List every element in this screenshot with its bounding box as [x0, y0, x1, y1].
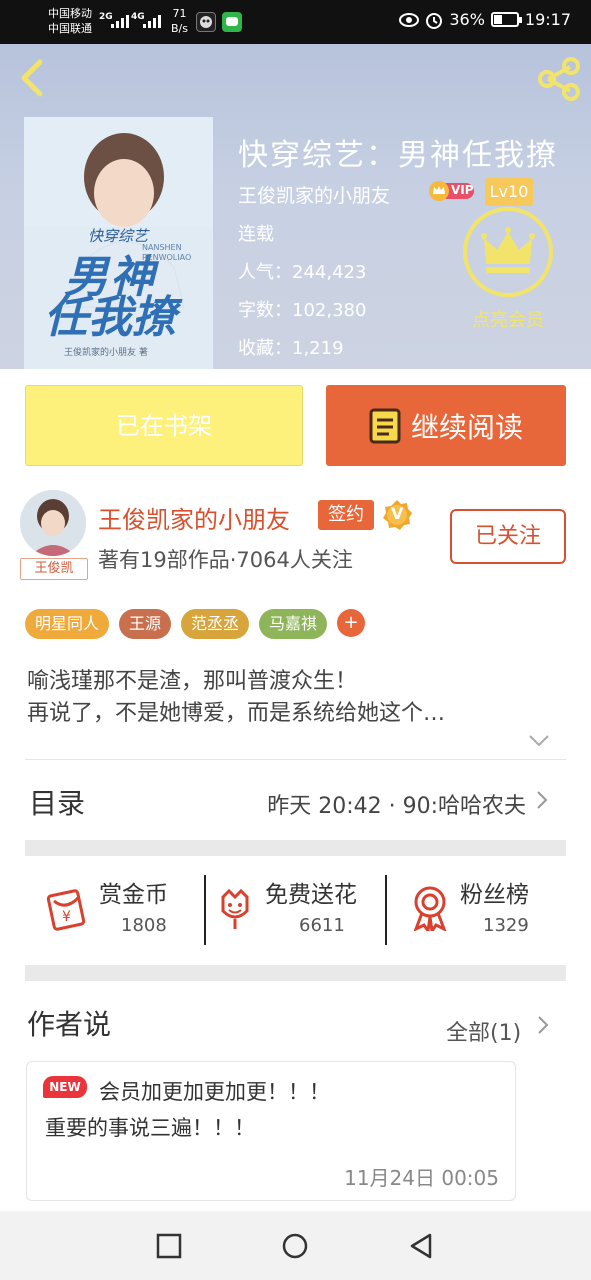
book-icon	[369, 408, 401, 443]
share-icon	[538, 57, 580, 101]
author-name[interactable]: 王俊凯家的小朋友	[98, 500, 290, 535]
free-flowers-button[interactable]: 免费送花 6611	[217, 875, 382, 949]
app-notification-icon	[196, 12, 216, 32]
level-badge: Lv10	[485, 178, 533, 206]
red-envelope-icon: ¥	[46, 889, 86, 931]
status-bar: 中国移动 中国联通 2G 4G 71 B/s 36% 19:17	[0, 0, 591, 44]
author-note-card[interactable]: 会员加更加更加更！！！ 重要的事说三遍！！！ NEW 11月24日 00:05	[26, 1061, 516, 1201]
synopsis-line-1: 喻浅瑾那不是渣，那叫普渡众生！	[27, 669, 358, 694]
cover-pinyin: NANSHEN RENWOLIAO	[142, 243, 192, 262]
cover-credit: 王俊凯家的小朋友 著	[64, 348, 148, 358]
synopsis[interactable]: 喻浅瑾那不是渣，那叫普渡众生！ 再说了，不是她博爱，而是系统给她这个…	[27, 666, 567, 730]
carrier-1: 中国移动	[48, 7, 92, 20]
crown-icon	[463, 207, 553, 297]
signal-bars-2-icon	[143, 14, 161, 28]
network-speed: 71 B/s	[171, 7, 188, 35]
member-crown-button[interactable]	[462, 206, 554, 298]
stat-value: 1329	[483, 915, 529, 936]
favorites-count: 收藏：1,219	[238, 338, 344, 359]
wechat-notification-icon	[222, 12, 242, 32]
chevron-right-icon	[537, 791, 548, 809]
on-shelf-button[interactable]: 已在书架	[25, 385, 303, 466]
book-title: 快穿综艺：男神任我撩	[238, 138, 558, 173]
status-right: 36% 19:17	[399, 10, 571, 29]
toc-title: 目录	[29, 787, 86, 820]
author-stats: 著有19部作品·7064人关注	[98, 548, 353, 572]
follow-button[interactable]: 已关注	[450, 509, 566, 564]
reward-coins-button[interactable]: ¥ 赏金币 1808	[45, 875, 195, 949]
carrier-2: 中国联通	[48, 22, 92, 35]
author-note-text: 会员加更加更加更！！！ 重要的事说三遍！！！	[45, 1074, 505, 1146]
tag-list: 明星同人 王源 范丞丞 马嘉祺 +	[25, 609, 366, 639]
table-of-contents-row[interactable]: 目录 昨天 20:42 · 90:哈哈农夫	[25, 760, 566, 840]
tag-item[interactable]: 王源	[119, 609, 172, 639]
author-says-title: 作者说	[27, 1008, 112, 1041]
recents-square-icon[interactable]	[154, 1231, 184, 1261]
avatar[interactable]	[20, 490, 86, 556]
stat-value: 1808	[121, 915, 167, 936]
book-cover[interactable]: 快穿综艺 男神 任我撩 NANSHEN RENWOLIAO 王俊凯家的小朋友 著	[24, 117, 213, 369]
stat-divider	[385, 875, 387, 945]
stat-label: 粉丝榜	[460, 882, 529, 908]
signal-bars-1-icon	[111, 14, 129, 28]
add-tag-button[interactable]: +	[337, 609, 366, 637]
header-author-name[interactable]: 王俊凯家的小朋友	[238, 181, 390, 208]
flower-icon	[221, 888, 249, 929]
vip-label: VIP	[451, 183, 474, 197]
note-line-2: 重要的事说三遍！！！	[45, 1116, 255, 1140]
section-separator	[25, 965, 566, 981]
carrier-names: 中国移动 中国联通	[48, 6, 92, 36]
tag-item[interactable]: 明星同人	[25, 609, 110, 639]
signed-badge: 签约	[318, 500, 374, 530]
tag-item[interactable]: 马嘉祺	[259, 609, 328, 639]
battery-percent: 36%	[449, 10, 485, 29]
stat-divider	[204, 875, 206, 945]
reader-actions-row: ¥ 赏金币 1808 免费送花 6611 粉丝榜 1329	[25, 857, 566, 967]
clock: 19:17	[524, 10, 571, 29]
fan-ranking-button[interactable]: 粉丝榜 1329	[410, 875, 560, 949]
serial-status: 连载	[238, 224, 274, 245]
verified-badge: V	[380, 498, 414, 532]
battery-icon	[490, 12, 522, 27]
synopsis-line-2: 再说了，不是她博爱，而是系统给她这个…	[27, 701, 446, 726]
note-date: 11月24日 00:05	[344, 1166, 499, 1190]
alarm-icon	[426, 12, 443, 29]
back-triangle-icon[interactable]	[406, 1231, 436, 1261]
latest-chapter: 昨天 20:42 · 90:哈哈农夫	[267, 794, 526, 819]
system-nav-bar	[0, 1211, 591, 1280]
chevron-right-icon[interactable]	[537, 1015, 549, 1035]
eye-icon	[399, 12, 420, 27]
share-button[interactable]	[536, 56, 582, 102]
main-content: 已在书架 继续阅读 王俊凯 王俊凯家的小朋友 签约 V 著有19部作品·7064…	[0, 369, 591, 1211]
expand-synopsis-button[interactable]	[528, 733, 550, 749]
tag-item[interactable]: 范丞丞	[181, 609, 250, 639]
stat-value: 6611	[299, 915, 345, 936]
note-line-1: 会员加更加更加更！！！	[99, 1080, 330, 1104]
medal-icon	[413, 886, 447, 931]
avatar-image	[20, 490, 86, 556]
cover-title-line2: 任我撩	[44, 292, 176, 343]
continue-reading-button[interactable]: 继续阅读	[326, 385, 566, 466]
continue-reading-label: 继续阅读	[410, 410, 523, 444]
member-label[interactable]: 点亮会员	[462, 306, 554, 332]
avatar-tag: 王俊凯	[20, 558, 88, 580]
author-says-all-link[interactable]: 全部(1)	[446, 1015, 521, 1047]
verified-v-label: V	[391, 504, 404, 523]
back-button[interactable]	[14, 58, 50, 98]
home-circle-icon[interactable]	[280, 1231, 310, 1261]
chevron-down-icon	[529, 735, 549, 747]
back-arrow-icon	[21, 59, 43, 97]
book-header: 快穿综艺 男神 任我撩 NANSHEN RENWOLIAO 王俊凯家的小朋友 著…	[0, 44, 591, 369]
popularity: 人气：244,423	[238, 262, 367, 283]
stat-label: 赏金币	[99, 882, 168, 908]
vip-badge: VIP	[428, 180, 476, 202]
new-badge: NEW	[43, 1076, 87, 1098]
svg-text:¥: ¥	[62, 909, 71, 925]
word-count: 字数：102,380	[238, 300, 367, 321]
stat-label: 免费送花	[265, 882, 357, 908]
section-separator	[25, 840, 566, 856]
